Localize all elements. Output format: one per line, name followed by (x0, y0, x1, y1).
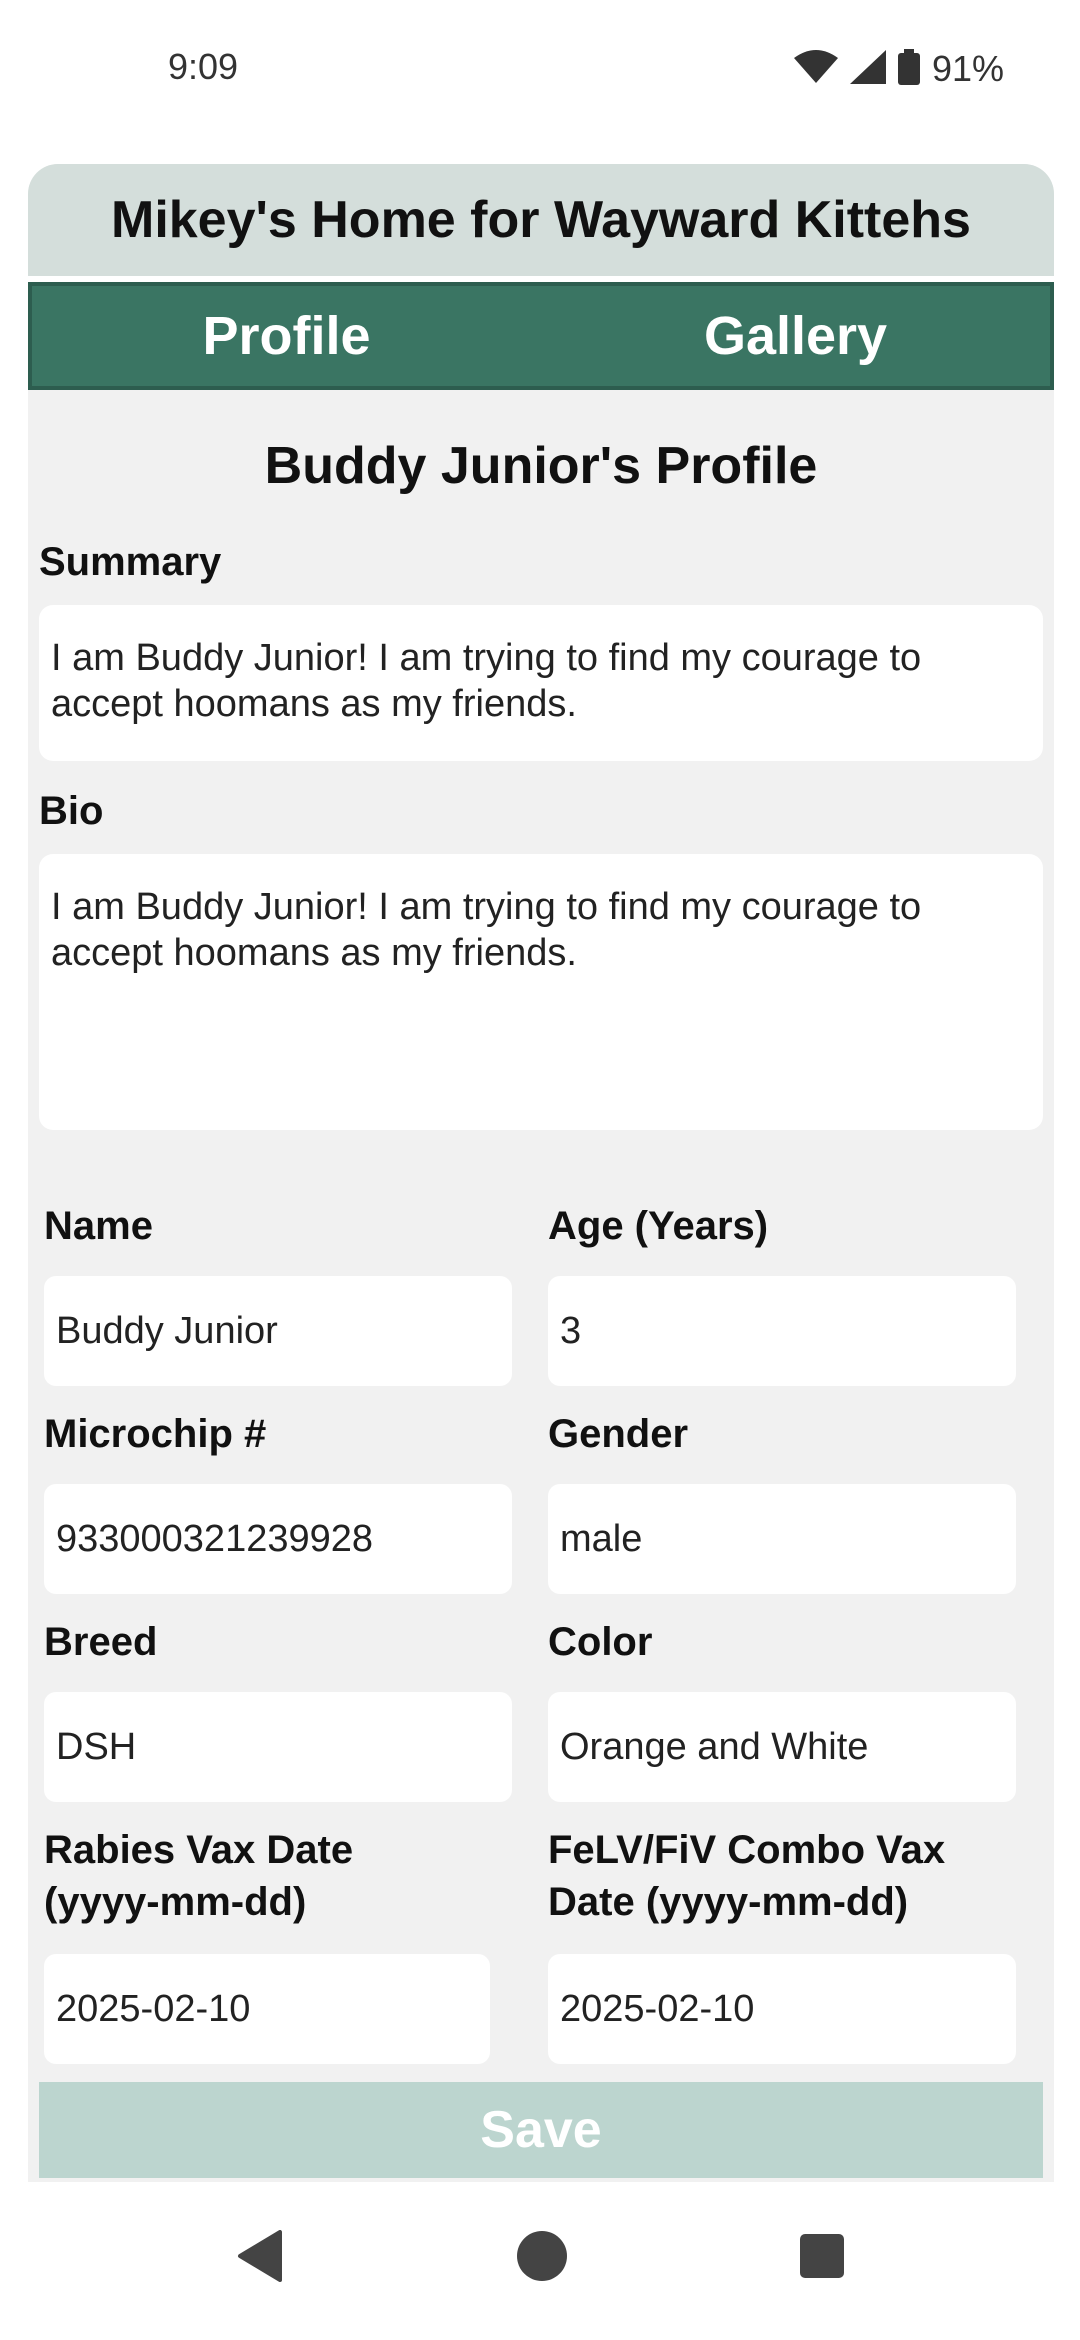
status-bar: 9:09 91% (0, 0, 1080, 140)
breed-field-group: Breed (44, 1616, 157, 1668)
tab-profile[interactable]: Profile (32, 286, 541, 386)
recents-icon[interactable] (800, 2234, 844, 2283)
battery-icon (897, 48, 920, 90)
status-icons: 91% (793, 48, 1004, 90)
battery-percentage: 91% (931, 48, 1004, 89)
rabies-date-input[interactable]: 2025-02-10 (44, 1954, 490, 2064)
felv-label: FeLV/FiV Combo Vax Date (yyyy-mm-dd) (548, 1828, 946, 1924)
cell-signal-icon (849, 49, 886, 89)
gender-input[interactable]: male (548, 1484, 1016, 1594)
color-field-group: Color (548, 1616, 652, 1668)
microchip-input[interactable]: 933000321239928 (44, 1484, 512, 1594)
age-label: Age (Years) (548, 1204, 769, 1248)
tab-bar: Profile Gallery (28, 282, 1054, 390)
felv-field-group: FeLV/FiV Combo Vax Date (yyyy-mm-dd) (548, 1824, 1008, 1928)
felv-date-input[interactable]: 2025-02-10 (548, 1954, 1016, 2064)
save-button[interactable]: Save (39, 2082, 1043, 2178)
name-input[interactable]: Buddy Junior (44, 1276, 512, 1386)
rabies-label: Rabies Vax Date (yyyy-mm-dd) (44, 1828, 354, 1924)
app-container: Mikey's Home for Wayward Kittehs Profile… (28, 164, 1054, 2182)
back-icon[interactable] (236, 2230, 284, 2287)
color-input[interactable]: Orange and White (548, 1692, 1016, 1802)
bio-field[interactable]: I am Buddy Junior! I am trying to find m… (39, 854, 1043, 1130)
tab-gallery[interactable]: Gallery (541, 286, 1050, 386)
app-header: Mikey's Home for Wayward Kittehs (28, 164, 1054, 282)
age-input[interactable]: 3 (548, 1276, 1016, 1386)
age-field-group: Age (Years) (548, 1200, 768, 1252)
name-field-group: Name (44, 1200, 153, 1252)
page-title: Buddy Junior's Profile (264, 437, 818, 495)
home-icon[interactable] (516, 2230, 568, 2287)
name-label: Name (44, 1204, 153, 1248)
summary-label: Summary (39, 540, 222, 584)
summary-field[interactable]: I am Buddy Junior! I am trying to find m… (39, 605, 1043, 761)
bio-label: Bio (39, 789, 104, 833)
color-label: Color (548, 1620, 653, 1664)
microchip-label: Microchip # (44, 1412, 267, 1456)
breed-label: Breed (44, 1620, 158, 1664)
gender-label: Gender (548, 1412, 689, 1456)
microchip-field-group: Microchip # (44, 1408, 266, 1460)
status-time: 9:09 (168, 46, 239, 87)
gender-field-group: Gender (548, 1408, 688, 1460)
system-nav-bar (0, 2182, 1080, 2340)
app-title: Mikey's Home for Wayward Kittehs (111, 191, 971, 249)
wifi-icon (793, 49, 838, 89)
breed-input[interactable]: DSH (44, 1692, 512, 1802)
rabies-field-group: Rabies Vax Date (yyyy-mm-dd) (44, 1824, 424, 1928)
